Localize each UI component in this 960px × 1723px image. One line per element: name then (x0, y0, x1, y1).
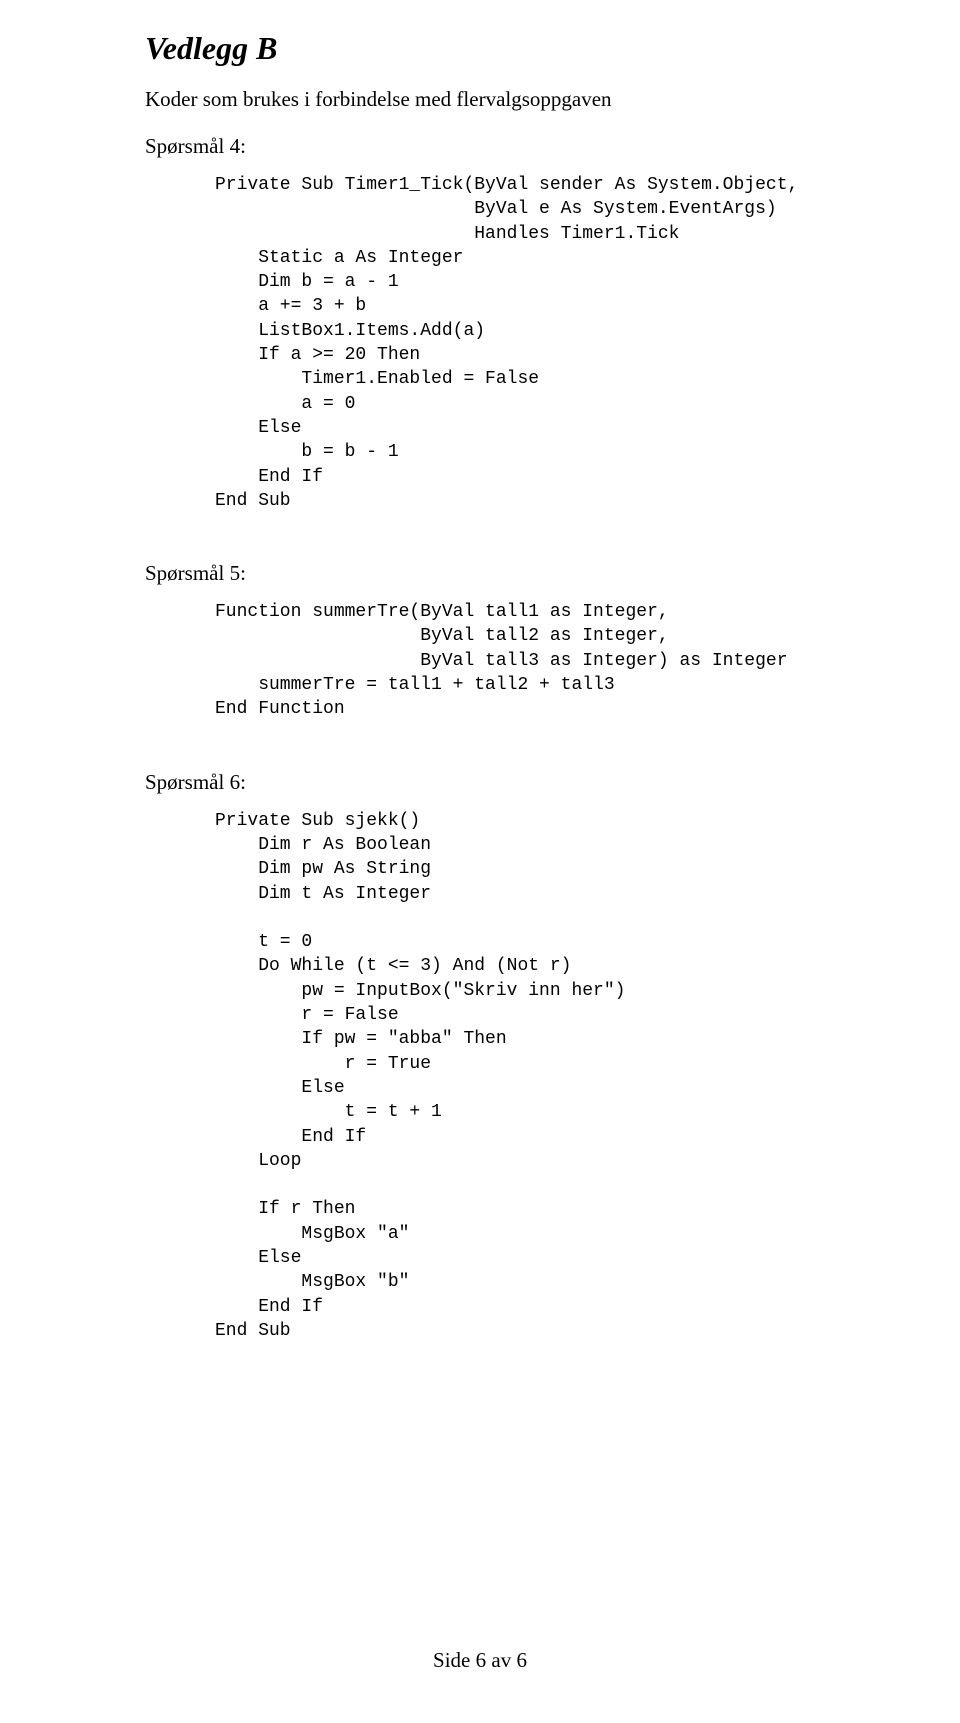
question-5-section: Spørsmål 5: Function summerTre(ByVal tal… (145, 561, 870, 721)
page: Vedlegg B Koder som brukes i forbindelse… (0, 0, 960, 1723)
code-block-q4: Private Sub Timer1_Tick(ByVal sender As … (215, 173, 870, 513)
intro-text: Koder som brukes i forbindelse med flerv… (145, 87, 870, 112)
page-footer: Side 6 av 6 (0, 1648, 960, 1673)
attachment-title: Vedlegg B (145, 30, 870, 67)
question-5-label: Spørsmål 5: (145, 561, 870, 586)
question-4-label: Spørsmål 4: (145, 134, 870, 159)
question-6-section: Spørsmål 6: Private Sub sjekk() Dim r As… (145, 770, 870, 1344)
code-block-q6: Private Sub sjekk() Dim r As Boolean Dim… (215, 809, 870, 1344)
question-4-section: Spørsmål 4: Private Sub Timer1_Tick(ByVa… (145, 134, 870, 513)
question-6-label: Spørsmål 6: (145, 770, 870, 795)
code-block-q5: Function summerTre(ByVal tall1 as Intege… (215, 600, 870, 721)
